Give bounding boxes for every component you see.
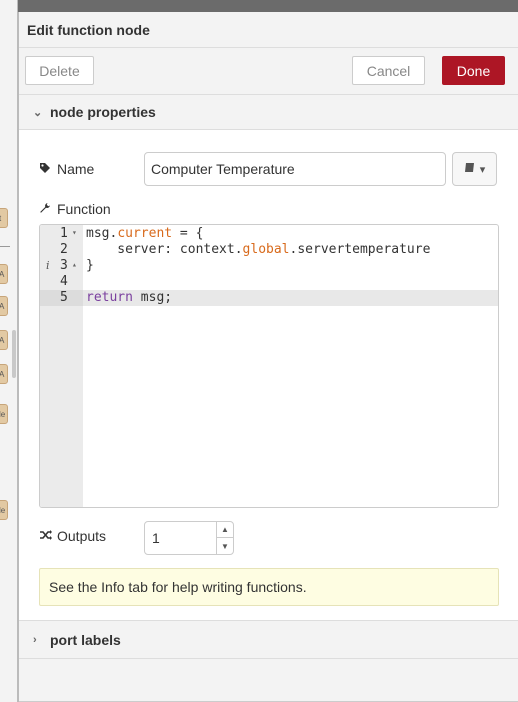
function-code-editor[interactable]: 1 ▾ msg.current = { 2 server: context.glo…	[39, 224, 499, 508]
decrement-arrow-icon[interactable]: ▼	[217, 538, 233, 554]
port-labels-header[interactable]: › port labels	[19, 620, 518, 659]
code-token: = {	[172, 226, 204, 241]
node-properties-header[interactable]: ⌄ node properties	[19, 95, 518, 130]
info-icon[interactable]: i	[46, 258, 50, 274]
fold-arrow-icon[interactable]: ▴	[72, 257, 77, 273]
node-properties-panel: Name Computer Temperature ▾ Function 1 ▾ …	[19, 130, 518, 606]
line-number: 1	[60, 226, 68, 241]
code-token: global	[242, 242, 290, 257]
canvas-wire	[0, 246, 10, 247]
function-label: Function	[57, 201, 111, 217]
code-line[interactable]: 4	[40, 274, 498, 290]
shuffle-icon	[39, 529, 53, 544]
code-token: current	[117, 226, 173, 241]
library-button[interactable]: ▾	[452, 152, 497, 186]
canvas-node[interactable]: A	[0, 330, 8, 350]
name-label: Name	[57, 161, 95, 177]
function-label-row: Function	[39, 201, 111, 217]
increment-arrow-icon[interactable]: ▲	[217, 522, 233, 538]
code-token: server: context.	[86, 242, 243, 257]
book-icon	[464, 162, 476, 176]
edit-tray: Edit function node Delete Cancel Done ⌄ …	[18, 12, 518, 702]
chevron-down-icon: ⌄	[33, 106, 43, 119]
outputs-value: 1	[152, 530, 160, 546]
wrench-icon	[39, 202, 53, 217]
tray-footer	[19, 659, 518, 702]
cancel-button[interactable]: Cancel	[352, 56, 425, 85]
code-line[interactable]: 2 server: context.global.servertemperatu…	[40, 242, 498, 258]
delete-button[interactable]: Delete	[25, 56, 94, 85]
code-line-active[interactable]: 5 return msg;	[40, 290, 498, 306]
tray-title: Edit function node	[19, 12, 518, 48]
canvas-node[interactable]: A	[0, 264, 8, 284]
canvas-node[interactable]: A	[0, 296, 8, 316]
code-line[interactable]: i 3 ▴ }	[40, 258, 498, 274]
name-input-value: Computer Temperature	[151, 161, 295, 177]
code-line[interactable]: 1 ▾ msg.current = {	[40, 226, 498, 242]
canvas-node[interactable]: le	[0, 500, 8, 520]
outputs-spinner: ▲ ▼	[216, 522, 233, 554]
name-input[interactable]: Computer Temperature	[144, 152, 446, 186]
tray-toolbar: Delete Cancel Done	[19, 48, 518, 95]
code-token: .servertemperature	[289, 242, 431, 257]
line-number: 3	[60, 258, 68, 273]
chevron-right-icon: ›	[33, 633, 37, 646]
fold-arrow-icon[interactable]: ▾	[72, 225, 77, 241]
help-hint: See the Info tab for help writing functi…	[39, 568, 499, 606]
code-token: msg.	[86, 226, 118, 241]
outputs-stepper[interactable]: 1 ▲ ▼	[144, 521, 234, 555]
caret-down-icon: ▾	[479, 163, 486, 176]
tag-icon	[39, 162, 53, 177]
help-hint-text: See the Info tab for help writing functi…	[49, 579, 307, 595]
canvas-node[interactable]: le	[0, 404, 8, 424]
node-properties-label: node properties	[50, 104, 156, 120]
code-token: msg;	[132, 290, 173, 305]
line-number: 5	[60, 290, 68, 305]
done-button[interactable]: Done	[442, 56, 505, 85]
top-strip	[0, 0, 518, 12]
code-token: return	[86, 290, 133, 305]
line-number: 2	[60, 242, 68, 257]
name-label-row: Name	[39, 161, 94, 177]
flow-canvas[interactable]: t A A A A le le	[0, 0, 18, 702]
outputs-label-row: Outputs	[39, 528, 106, 544]
canvas-node[interactable]: A	[0, 364, 8, 384]
outputs-label: Outputs	[57, 528, 107, 544]
code-token: }	[86, 258, 94, 273]
canvas-node[interactable]: t	[0, 208, 8, 228]
line-number: 4	[60, 274, 68, 289]
canvas-scrollbar[interactable]	[12, 330, 16, 378]
port-labels-label: port labels	[50, 631, 121, 648]
